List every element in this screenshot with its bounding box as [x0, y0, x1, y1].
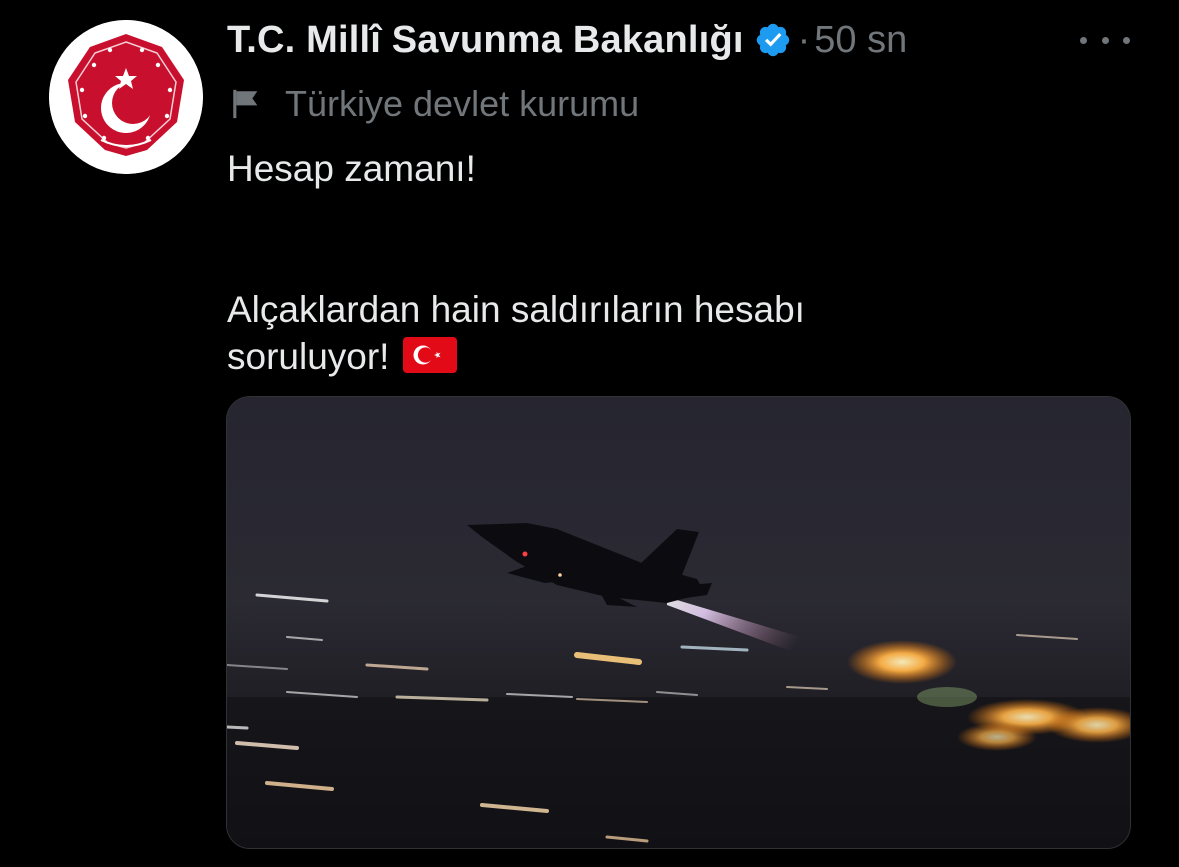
verified-badge-icon[interactable] — [754, 21, 792, 59]
affiliation-label[interactable]: Türkiye devlet kurumu — [229, 82, 639, 126]
more-horizontal-icon — [1123, 36, 1130, 44]
display-name[interactable]: T.C. Millî Savunma Bakanlığı — [227, 19, 744, 62]
turkish-flag-emoji — [403, 337, 458, 373]
separator-dot: · — [797, 18, 811, 61]
tweet-media-image[interactable] — [226, 396, 1131, 849]
flag-icon — [229, 87, 263, 121]
more-horizontal-icon — [1080, 36, 1087, 44]
more-options-button[interactable] — [1080, 22, 1130, 58]
tweet-text: Hesap zamanı! Alçaklardan hain saldırıla… — [227, 145, 1127, 380]
tweet-header: T.C. Millî Savunma Bakanlığı · 50 sn — [227, 14, 907, 66]
tweet-text-line: Hesap zamanı! — [227, 148, 476, 189]
timestamp[interactable]: 50 sn — [814, 19, 907, 61]
affiliation-text: Türkiye devlet kurumu — [285, 83, 640, 124]
ministry-emblem-icon — [49, 20, 203, 174]
tweet-text-fragment: soruluyor! — [227, 336, 390, 377]
tweet: T.C. Millî Savunma Bakanlığı · 50 sn Türk… — [0, 0, 1179, 867]
more-horizontal-icon — [1101, 36, 1109, 44]
avatar[interactable] — [49, 20, 203, 174]
tweet-text-line: Alçaklardan hain saldırıların hesabı — [227, 289, 805, 330]
tweet-meta: · 50 sn — [798, 19, 908, 62]
tweet-text-line: soruluyor! — [227, 333, 1127, 380]
